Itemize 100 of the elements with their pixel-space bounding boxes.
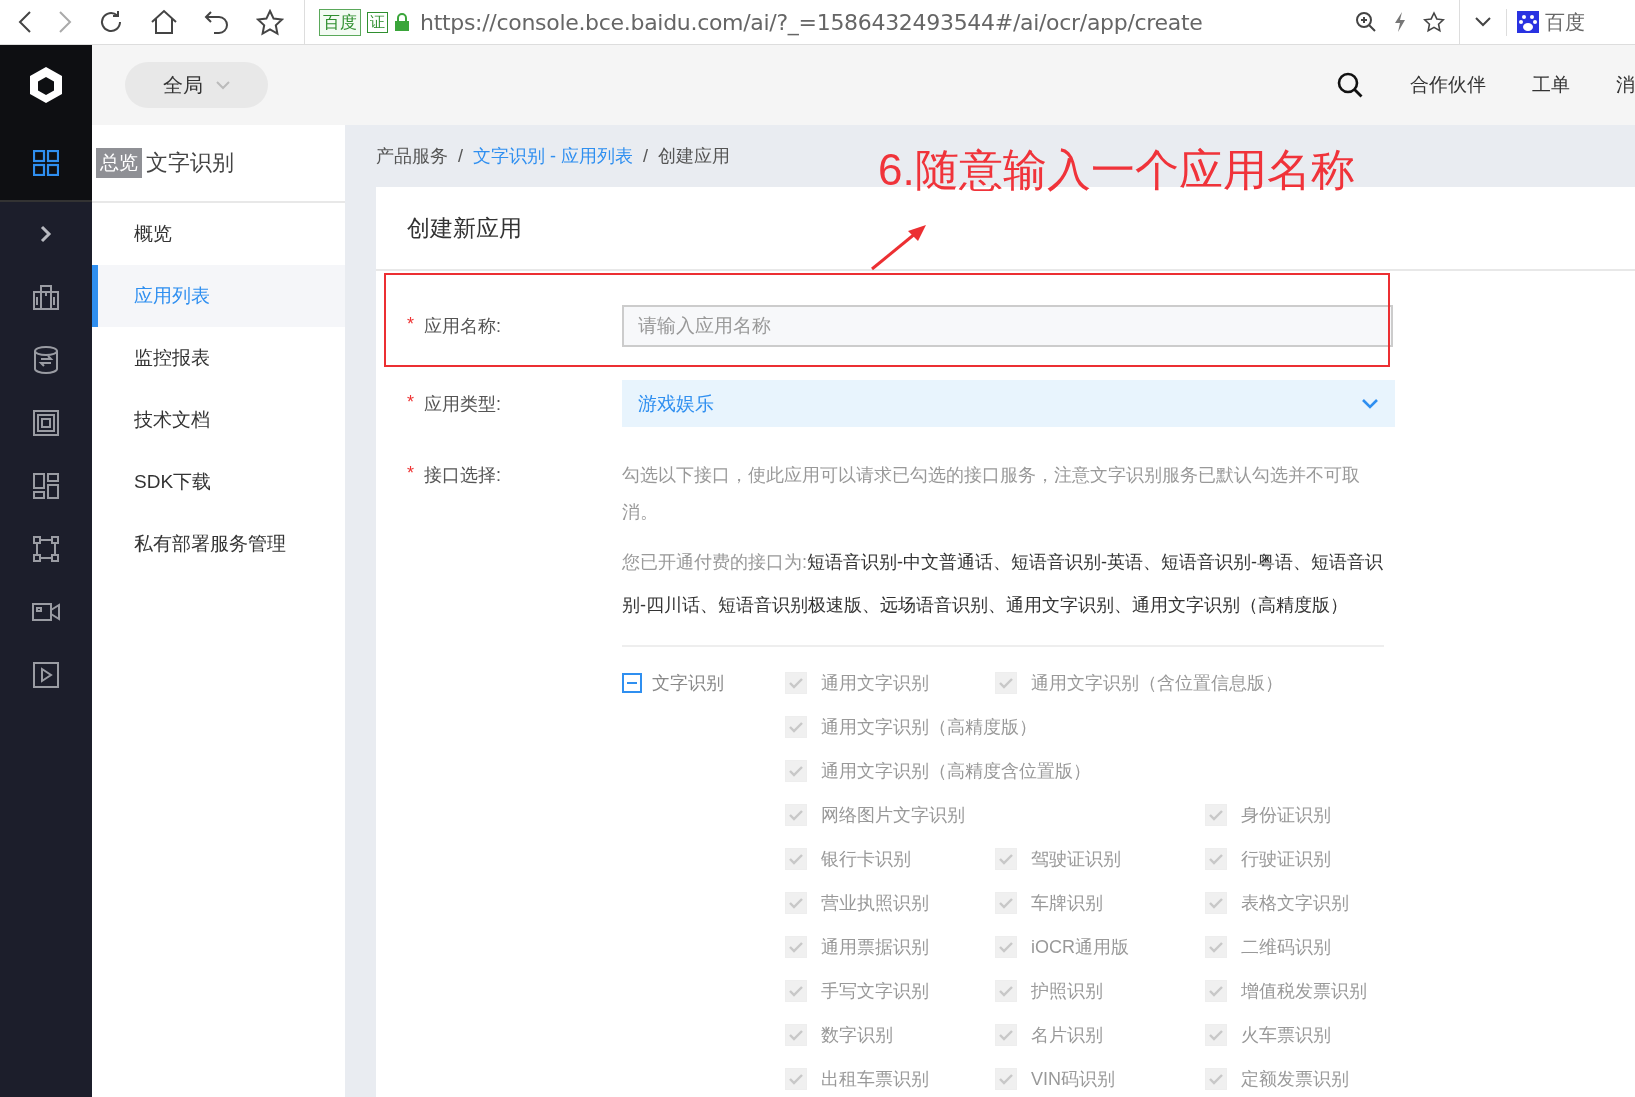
checkbox-label: 行驶证识别 — [1241, 848, 1331, 871]
checkbox-label: VIN码识别 — [1031, 1068, 1115, 1091]
checkbox-label: 驾驶证识别 — [1031, 848, 1121, 871]
checkmark-icon — [1209, 1029, 1223, 1041]
checkmark-icon — [789, 897, 803, 909]
address-bar[interactable]: https://console.bce.baidu.com/ai/?_=1586432493544#/ai/ocr/app/create — [420, 9, 1203, 35]
checkmark-icon — [789, 677, 803, 689]
lock-icon — [394, 12, 410, 32]
checkmark-icon — [1209, 853, 1223, 865]
required-asterisk: * — [407, 314, 414, 336]
checkmark-icon — [999, 941, 1013, 953]
building-icon — [33, 283, 59, 310]
sidebar-item[interactable]: 技术文档 — [92, 389, 345, 451]
sidebar-item[interactable]: 概览 — [92, 203, 345, 265]
checkmark-icon — [999, 897, 1013, 909]
sidebar-item[interactable]: SDK下载 — [92, 451, 345, 513]
checkmark-icon — [789, 1029, 803, 1041]
paid-apis-text: 您已开通付费的接口为:短语音识别-中文普通话、短语音识别-英语、短语音识别-粤语、短语音识别-四川话、短语音识别极速版、远场语音识别、通用文字识别、通用文字识别（高精度版） — [622, 551, 1384, 617]
checkbox-label: 数字识别 — [821, 1024, 893, 1047]
checkmark-icon — [999, 985, 1013, 997]
checkbox-label: 出租车票识别 — [821, 1068, 929, 1091]
back-icon[interactable] — [18, 10, 32, 34]
field-label: 接口选择: — [424, 464, 502, 487]
chevron-down-icon — [1361, 397, 1379, 410]
group-checkbox[interactable] — [622, 673, 642, 693]
play-icon — [33, 661, 59, 688]
checkmark-icon — [1209, 985, 1223, 997]
checkbox-label: 通用文字识别 — [821, 672, 929, 695]
database-icon — [33, 345, 59, 374]
checkbox-label: 手写文字识别 — [821, 980, 929, 1003]
chevron-down-icon — [214, 80, 231, 90]
checkbox-label: 营业执照识别 — [821, 892, 929, 915]
breadcrumb-separator: / — [458, 145, 463, 167]
hint-text: 勾选以下接口，使此应用可以请求已勾选的接口服务，注意文字识别服务已默认勾选并不可取消。 — [622, 464, 1361, 524]
checkbox-label: 火车票识别 — [1241, 1024, 1331, 1047]
checkmark-icon — [999, 853, 1013, 865]
command-icon — [33, 535, 59, 562]
region-dropdown[interactable]: 全局 — [125, 62, 268, 108]
checkbox-label: 护照识别 — [1031, 980, 1103, 1003]
app-name-input[interactable]: 请输入应用名称 — [622, 305, 1393, 347]
checkmark-icon — [1209, 1073, 1223, 1085]
chevron-right-icon — [40, 224, 52, 243]
checkmark-icon — [789, 809, 803, 821]
sidebar-item[interactable]: 监控报表 — [92, 327, 345, 389]
header-link[interactable]: 工单 — [1532, 72, 1570, 98]
checkmark-icon — [789, 985, 803, 997]
required-asterisk: * — [407, 463, 414, 485]
checkmark-icon — [999, 1029, 1013, 1041]
checkmark-icon — [1209, 809, 1223, 821]
header-link[interactable]: 消 — [1616, 72, 1635, 98]
checkbox-label: 通用文字识别（高精度版） — [821, 716, 1037, 739]
search-icon[interactable] — [1336, 71, 1364, 99]
dashboard-icon — [33, 472, 59, 499]
tooltip: 总览 — [96, 148, 142, 178]
checkbox-label: 网络图片文字识别 — [821, 804, 965, 827]
checkmark-icon — [789, 1073, 803, 1085]
checkmark-icon — [1209, 941, 1223, 953]
checkmark-icon — [789, 853, 803, 865]
checkmark-icon — [789, 721, 803, 733]
paw-icon[interactable] — [1517, 11, 1539, 33]
cube-logo-icon[interactable] — [27, 65, 65, 105]
checkbox-label: 二维码识别 — [1241, 936, 1331, 959]
star-icon[interactable] — [1423, 11, 1445, 33]
frame-icon — [33, 409, 59, 436]
sidebar-title: 文字识别 — [146, 149, 234, 177]
breadcrumb-separator: / — [643, 145, 649, 167]
checkbox-label: 通用文字识别（含位置信息版） — [1031, 672, 1283, 695]
checkmark-icon — [999, 677, 1013, 689]
sidebar-item[interactable]: 私有部署服务管理 — [92, 513, 345, 575]
lightning-icon[interactable] — [1393, 11, 1407, 33]
required-asterisk: * — [407, 391, 414, 414]
group-label: 文字识别 — [652, 672, 724, 695]
breadcrumb-item: 产品服务 — [376, 145, 448, 168]
checkbox-label: 增值税发票识别 — [1241, 980, 1367, 1003]
checkbox-label: 车牌识别 — [1031, 892, 1103, 915]
checkbox-label: 银行卡识别 — [821, 848, 911, 871]
checkbox-label: 定额发票识别 — [1241, 1068, 1349, 1091]
zoom-in-icon[interactable] — [1355, 11, 1377, 33]
reload-icon[interactable] — [98, 9, 124, 35]
checkmark-icon — [1209, 897, 1223, 909]
field-label: 应用名称: — [424, 315, 502, 338]
caret-down-icon[interactable] — [1474, 16, 1492, 28]
profile-label: 百度 — [1545, 9, 1585, 35]
star-icon[interactable] — [256, 8, 284, 36]
checkmark-icon — [789, 941, 803, 953]
breadcrumb-item: 创建应用 — [658, 145, 731, 168]
undo-icon[interactable] — [204, 9, 230, 35]
checkbox-label: iOCR通用版 — [1031, 936, 1129, 959]
checkbox-label: 通用票据识别 — [821, 936, 929, 959]
header-link[interactable]: 合作伙伴 — [1410, 72, 1486, 98]
home-icon[interactable] — [150, 9, 178, 35]
checkbox-label: 表格文字识别 — [1241, 892, 1349, 915]
grid-icon — [33, 149, 59, 176]
checkmark-icon — [999, 1073, 1013, 1085]
site-badge: 百度 — [319, 8, 361, 36]
checkbox-label: 通用文字识别（高精度含位置版） — [821, 760, 1091, 783]
forward-icon[interactable] — [58, 10, 72, 34]
certificate-badge: 证 — [367, 11, 388, 33]
video-camera-icon — [32, 601, 60, 622]
annotation-arrow — [870, 223, 928, 271]
